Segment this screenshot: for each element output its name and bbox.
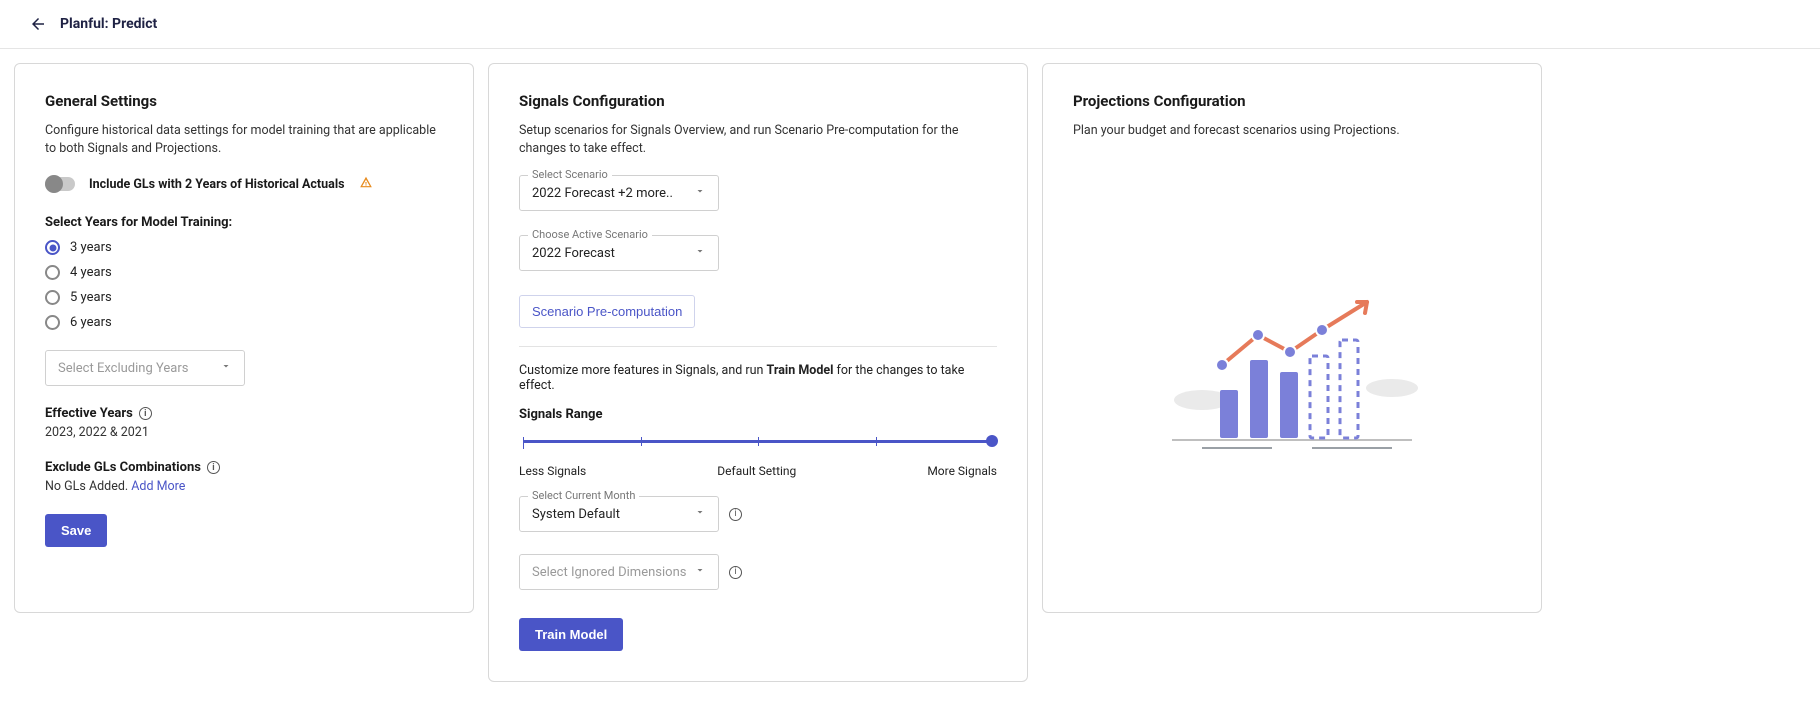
signals-desc: Setup scenarios for Signals Overview, an…	[519, 122, 997, 157]
signals-range-slider-wrap: Less Signals Default Setting More Signal…	[519, 432, 997, 478]
active-scenario-dropdown[interactable]: Choose Active Scenario 2022 Forecast	[519, 235, 719, 271]
ignored-dimensions-dropdown[interactable]: Select Ignored Dimensions	[519, 554, 719, 590]
range-mid-label: Default Setting	[717, 464, 796, 478]
select-scenario-value: 2022 Forecast +2 more..	[532, 186, 694, 201]
back-arrow-icon[interactable]	[28, 14, 48, 34]
years-option-3[interactable]: 3 years	[45, 240, 443, 255]
content-area: General Settings Configure historical da…	[0, 49, 1820, 696]
signals-range-slider[interactable]	[523, 432, 993, 460]
chevron-down-icon	[220, 360, 232, 376]
chevron-down-icon	[694, 185, 706, 201]
effective-years-label: Effective Years	[45, 406, 133, 421]
radio-icon	[45, 240, 60, 255]
divider	[519, 346, 997, 347]
chevron-down-icon	[694, 564, 706, 580]
projections-heading: Projections Configuration	[1073, 92, 1511, 110]
include-gls-row: Include GLs with 2 Years of Historical A…	[45, 175, 443, 193]
active-scenario-value: 2022 Forecast	[532, 246, 694, 261]
effective-years-block: Effective Years i 2023, 2022 & 2021	[45, 406, 443, 440]
general-desc: Configure historical data settings for m…	[45, 122, 443, 157]
years-radio-group: 3 years 4 years 5 years 6 years	[45, 240, 443, 330]
slider-labels: Less Signals Default Setting More Signal…	[519, 464, 997, 478]
select-scenario-label: Select Scenario	[528, 168, 612, 181]
years-option-4[interactable]: 4 years	[45, 265, 443, 280]
info-icon[interactable]: i	[729, 508, 742, 521]
radio-label: 5 years	[70, 290, 112, 305]
current-month-dropdown[interactable]: Select Current Month System Default	[519, 496, 719, 532]
chevron-down-icon	[694, 506, 706, 522]
effective-years-value: 2023, 2022 & 2021	[45, 425, 443, 440]
customize-bold: Train Model	[767, 363, 834, 378]
train-model-button[interactable]: Train Model	[519, 618, 623, 651]
radio-label: 4 years	[70, 265, 112, 280]
add-more-link[interactable]: Add More	[131, 479, 185, 494]
general-settings-card: General Settings Configure historical da…	[14, 63, 474, 613]
save-button[interactable]: Save	[45, 514, 107, 547]
signals-heading: Signals Configuration	[519, 92, 997, 110]
range-min-label: Less Signals	[519, 464, 586, 478]
projections-desc: Plan your budget and forecast scenarios …	[1073, 122, 1511, 140]
info-icon[interactable]: i	[207, 461, 220, 474]
years-label: Select Years for Model Training:	[45, 215, 443, 230]
signals-range-label: Signals Range	[519, 407, 997, 422]
excluding-years-select[interactable]: Select Excluding Years	[45, 350, 245, 386]
chevron-down-icon	[694, 245, 706, 261]
current-month-label: Select Current Month	[528, 489, 639, 502]
include-gls-label: Include GLs with 2 Years of Historical A…	[89, 177, 345, 192]
customize-prefix: Customize more features in Signals, and …	[519, 363, 767, 378]
signals-config-card: Signals Configuration Setup scenarios fo…	[488, 63, 1028, 682]
scenario-precompute-button[interactable]: Scenario Pre-computation	[519, 295, 695, 328]
radio-icon	[45, 265, 60, 280]
slider-thumb[interactable]	[986, 435, 998, 447]
exclude-gls-label: Exclude GLs Combinations	[45, 460, 201, 475]
years-option-5[interactable]: 5 years	[45, 290, 443, 305]
range-max-label: More Signals	[927, 464, 997, 478]
ignored-dimensions-placeholder: Select Ignored Dimensions	[532, 565, 694, 580]
select-scenario-dropdown[interactable]: Select Scenario 2022 Forecast +2 more..	[519, 175, 719, 211]
active-scenario-label: Choose Active Scenario	[528, 228, 652, 241]
page-header: Planful: Predict	[0, 0, 1820, 49]
radio-icon	[45, 315, 60, 330]
exclude-gls-block: Exclude GLs Combinations i No GLs Added.…	[45, 460, 443, 494]
warning-icon	[359, 175, 373, 193]
info-icon[interactable]: i	[139, 407, 152, 420]
excluding-years-placeholder: Select Excluding Years	[58, 361, 220, 376]
include-gls-toggle[interactable]	[45, 177, 75, 191]
radio-label: 6 years	[70, 315, 112, 330]
radio-label: 3 years	[70, 240, 112, 255]
projections-illustration	[1073, 158, 1511, 583]
customize-desc: Customize more features in Signals, and …	[519, 363, 997, 393]
current-month-value: System Default	[532, 507, 694, 522]
page-title: Planful: Predict	[60, 16, 157, 32]
years-option-6[interactable]: 6 years	[45, 315, 443, 330]
exclude-gls-value: No GLs Added. Add More	[45, 479, 443, 494]
exclude-gls-text: No GLs Added.	[45, 479, 131, 494]
info-icon[interactable]: i	[729, 566, 742, 579]
general-heading: General Settings	[45, 92, 443, 110]
radio-icon	[45, 290, 60, 305]
projections-config-card: Projections Configuration Plan your budg…	[1042, 63, 1542, 613]
